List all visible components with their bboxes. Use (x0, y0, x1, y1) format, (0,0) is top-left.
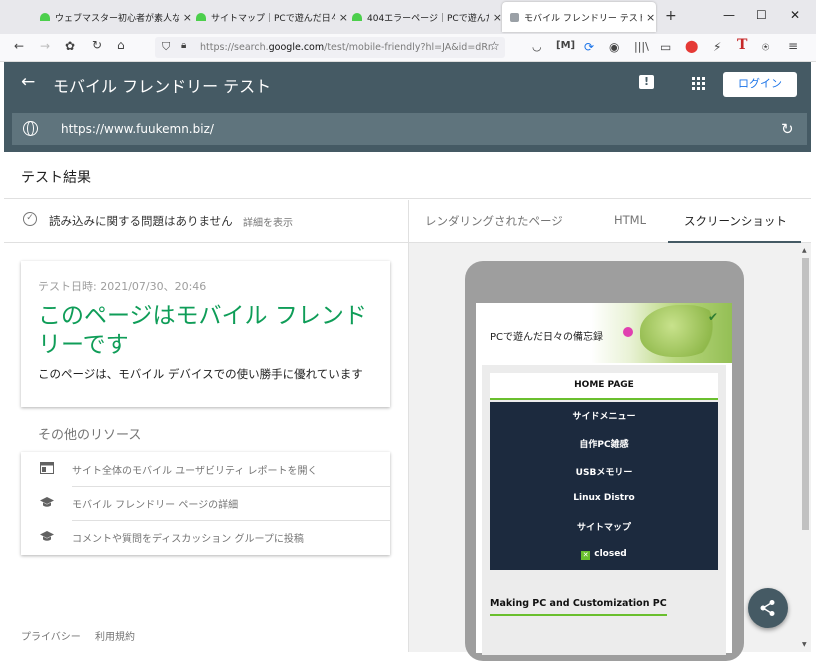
active-tab-indicator (668, 241, 801, 243)
retest-icon[interactable]: ↻ (781, 120, 794, 138)
close-tab-icon[interactable]: × (646, 11, 655, 24)
tab-title: ウェブマスター初心者が素人なりに試 (55, 13, 179, 24)
tab-screenshot[interactable]: スクリーンショット (684, 213, 787, 229)
closed-label: closed (594, 549, 627, 559)
translate-t-icon[interactable]: T (737, 37, 747, 53)
share-button[interactable] (748, 588, 788, 628)
page-title: モバイル フレンドリー テスト (53, 77, 272, 96)
check-icon: ✔ (708, 310, 719, 324)
login-button[interactable]: ログイン (723, 72, 797, 97)
close-window-button[interactable]: ✕ (790, 8, 800, 22)
close-tab-icon[interactable]: × (493, 11, 502, 24)
results-title: テスト結果 (21, 170, 91, 186)
back-arrow-icon[interactable]: ← (21, 72, 35, 92)
flash-icon[interactable]: ⚡ (713, 40, 721, 54)
site-home-link: HOME PAGE (490, 373, 718, 400)
minimize-button[interactable]: — (723, 8, 735, 22)
resource-label: コメントや質問をディスカッション グループに投稿 (72, 534, 304, 545)
resource-item-usability-report[interactable]: サイト全体のモバイル ユーザビリティ レポートを開く (21, 452, 390, 486)
share-icon (760, 600, 775, 616)
maximize-button[interactable]: ☐ (756, 8, 767, 22)
bookmark-star-icon[interactable]: ☆ (489, 39, 500, 53)
check-circle-icon: ✓ (23, 212, 37, 226)
feedback-icon[interactable]: ! (639, 75, 654, 89)
terms-link[interactable]: 利用規約 (95, 628, 135, 643)
back-icon[interactable]: ← (14, 39, 24, 53)
site-menu-item: USBメモリー (575, 468, 633, 478)
scroll-down-icon[interactable]: ▼ (802, 641, 807, 648)
site-menu-item: 自作PC雑感 (579, 440, 629, 450)
flower-icon (623, 327, 633, 337)
google-favicon-icon (510, 12, 519, 22)
site-menu-item: Linux Distro (573, 493, 635, 503)
school-icon (40, 497, 54, 507)
browser-tab-3[interactable]: 404エラーページ｜PCで遊んだ日々 × (344, 2, 502, 32)
tested-url[interactable]: https://www.fuukemn.biz/ (61, 122, 214, 136)
scrollbar-thumb[interactable] (802, 258, 809, 530)
globe-icon (23, 121, 38, 136)
sync-icon[interactable]: ⟳ (584, 40, 594, 54)
new-tab-button[interactable]: + (665, 8, 677, 24)
site-post-title: Making PC and Customization PC (490, 598, 667, 616)
close-x-icon: ✕ (581, 551, 591, 560)
forward-icon[interactable]: → (40, 39, 50, 53)
browser-tab-1[interactable]: ウェブマスター初心者が素人なりに試 × (32, 2, 192, 32)
shield-icon[interactable]: ⛉ (162, 40, 170, 54)
home-icon[interactable]: ⌂ (117, 38, 125, 52)
site-title: PCで遊んだ日々の備忘録 (490, 332, 604, 343)
browser-tab-active[interactable]: モバイル フレンドリー テスト - Goog × (502, 2, 656, 32)
privacy-link[interactable]: プライバシー (21, 628, 81, 643)
resource-item-details[interactable]: モバイル フレンドリー ページの詳細 (21, 486, 390, 520)
scroll-up-icon[interactable]: ▲ (802, 247, 807, 254)
report-icon (40, 462, 54, 474)
reload-icon[interactable]: ↻ (92, 38, 102, 52)
resource-item-discussion[interactable]: コメントや質問をディスカッション グループに投稿 (21, 520, 390, 554)
details-link[interactable]: 詳細を表示 (243, 214, 293, 229)
results-header (4, 153, 811, 199)
tab-rendered-page[interactable]: レンダリングされたページ (425, 213, 563, 229)
browser-tab-2[interactable]: サイトマップ｜PCで遊んだ日々の備 × (188, 2, 348, 32)
lock-icon[interactable]: 🔒︎ (181, 40, 186, 51)
resource-label: サイト全体のモバイル ユーザビリティ レポートを開く (72, 466, 318, 477)
adblock-icon[interactable]: ⬤ (685, 39, 698, 53)
site-menu-item: サイドメニュー (572, 412, 636, 422)
tab-title: 404エラーページ｜PCで遊んだ日々 (367, 13, 489, 24)
tab-title: サイトマップ｜PCで遊んだ日々の備 (211, 13, 335, 24)
extension-icon[interactable]: ✿ (65, 39, 75, 53)
extensions-icon[interactable]: ⍟ (762, 40, 769, 55)
extension-m-icon[interactable]: [M] (556, 40, 575, 51)
pocket-icon[interactable]: ◡ (532, 40, 542, 53)
tab-title: モバイル フレンドリー テスト - Goog (524, 13, 642, 24)
sidebar-icon[interactable]: ▭ (660, 40, 671, 54)
favicon-icon (352, 13, 362, 21)
site-menu-closed: ✕ closed (490, 549, 718, 560)
resources-title: その他のリソース (38, 428, 142, 443)
library-icon[interactable]: |||\ (634, 40, 649, 53)
resource-label: モバイル フレンドリー ページの詳細 (72, 500, 239, 511)
compass-icon[interactable]: ◉ (609, 40, 619, 54)
apps-grid-icon[interactable] (692, 77, 706, 91)
verdict-heading: このページはモバイル フレンドリーです (38, 303, 367, 358)
favicon-icon (40, 13, 50, 21)
address-url[interactable]: https://search.google.com/test/mobile-fr… (200, 42, 490, 53)
verdict-subtitle: このページは、モバイル デバイスでの使い勝手に優れています (38, 367, 363, 381)
school-icon (40, 531, 54, 541)
favicon-icon (196, 13, 206, 21)
menu-icon[interactable]: ≡ (788, 39, 798, 53)
site-menu-item: サイトマップ (576, 523, 631, 533)
tab-html[interactable]: HTML (614, 213, 646, 227)
status-text: 読み込みに関する問題はありません (49, 214, 233, 228)
site-nav-menu (490, 402, 718, 570)
test-date: テスト日時: 2021/07/30、20:46 (38, 280, 207, 293)
